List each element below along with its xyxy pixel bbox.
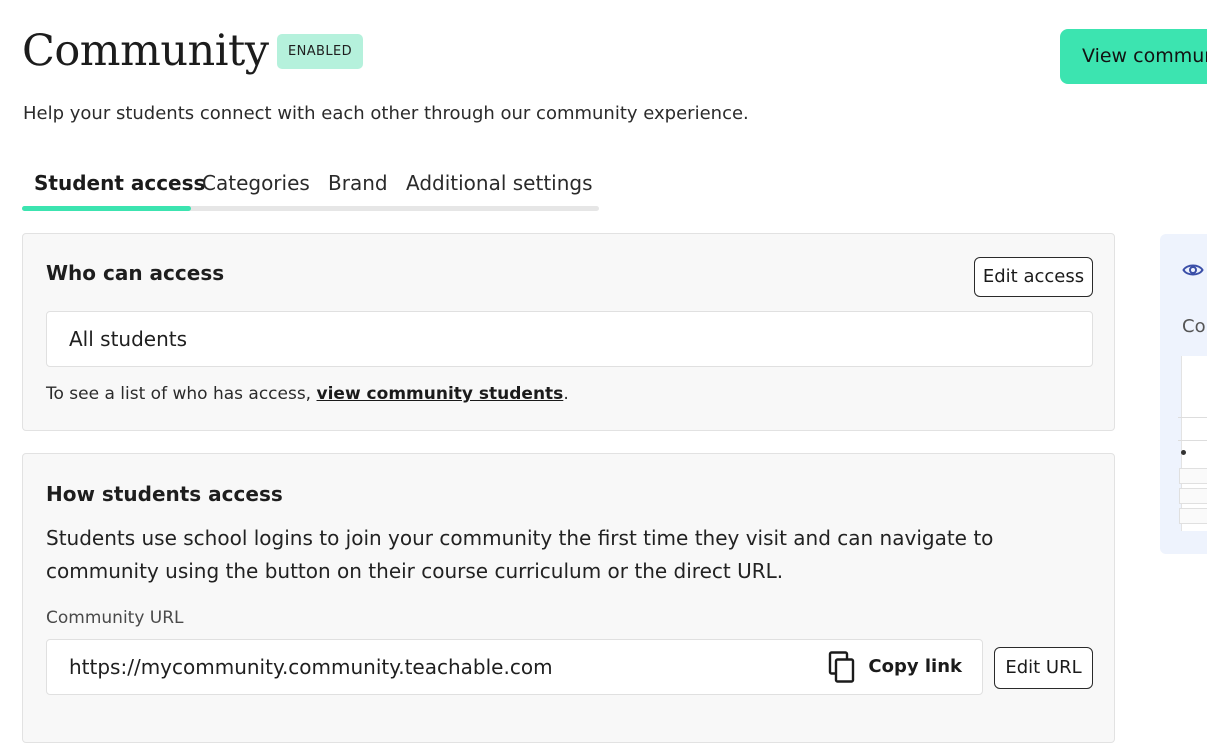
preview-label: Co (1182, 316, 1206, 337)
page-title: Community (22, 26, 269, 76)
tab-categories[interactable]: Categories (202, 171, 310, 195)
tab-brand[interactable]: Brand (328, 171, 388, 195)
view-community-button[interactable]: View community (1060, 29, 1207, 84)
copy-icon (829, 651, 855, 683)
preview-row (1179, 508, 1207, 524)
copy-link-label: Copy link (868, 656, 962, 677)
preview-divider (1178, 440, 1207, 441)
how-students-access-description: Students use school logins to join your … (46, 526, 994, 583)
community-url-field[interactable]: https://mycommunity.community.teachable.… (46, 639, 983, 695)
page-subtitle: Help your students connect with each oth… (23, 103, 749, 124)
access-note-suffix: . (563, 384, 569, 404)
preview-thumbnail (1181, 356, 1207, 531)
access-value-field: All students (46, 311, 1093, 367)
copy-link-button[interactable]: Copy link (828, 650, 962, 684)
tab-bar: Student access Categories Brand Addition… (22, 168, 599, 211)
access-note: To see a list of who has access, view co… (46, 384, 569, 404)
community-url-label: Community URL (46, 608, 184, 628)
active-tab-indicator (22, 206, 191, 211)
preview-row (1179, 488, 1207, 504)
preview-dot (1181, 450, 1186, 455)
eye-icon (1182, 264, 1204, 276)
community-url-value: https://mycommunity.community.teachable.… (69, 655, 553, 679)
status-badge: ENABLED (277, 34, 364, 69)
preview-row (1179, 468, 1207, 484)
how-students-access-title: How students access (46, 482, 283, 506)
tab-additional-settings[interactable]: Additional settings (406, 171, 593, 195)
how-students-access-card: How students access Students use school … (22, 453, 1115, 743)
preview-panel: Co (1160, 234, 1207, 554)
access-note-prefix: To see a list of who has access, (46, 384, 317, 404)
who-can-access-title: Who can access (46, 261, 225, 285)
view-community-students-link[interactable]: view community students (317, 384, 564, 404)
who-can-access-card: Who can access Edit access All students … (22, 233, 1115, 431)
edit-url-button[interactable]: Edit URL (994, 647, 1093, 689)
preview-divider (1178, 417, 1207, 418)
tab-student-access[interactable]: Student access (34, 171, 205, 195)
edit-access-button[interactable]: Edit access (974, 257, 1093, 297)
